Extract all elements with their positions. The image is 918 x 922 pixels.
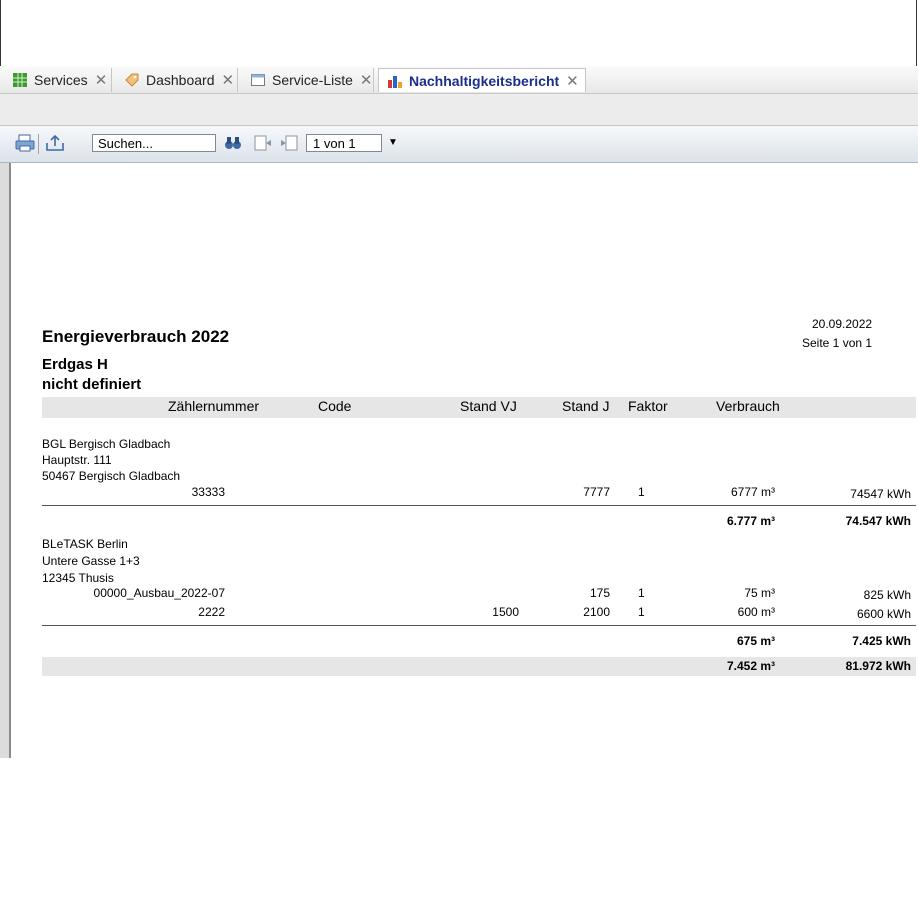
divider [42,625,916,626]
tab-dashboard[interactable]: Dashboard ✕ [116,68,238,92]
column-header: Faktor [628,398,668,414]
location-city: 12345 Thusis [42,571,114,585]
column-header: Stand J [562,398,610,414]
location-street: Hauptstr. 111 [42,453,112,467]
subtotal-kwh: 74.547 kWh [845,514,911,528]
verbrauch-kwh: 6600 kWh [856,607,911,621]
report-title: Energieverbrauch 2022 [42,327,230,346]
close-icon[interactable]: ✕ [222,71,235,89]
tab-label: Service-Liste [272,72,353,88]
window-top-area [0,0,918,66]
tab-label: Nachhaltigkeitsbericht [409,72,560,89]
faktor: 1 [638,586,645,600]
verbrauch-m3: 75 m³ [744,586,775,600]
page-previous-icon[interactable] [278,133,300,153]
location-street: Untere Gasse 1+3 [42,554,140,568]
viewer-scrollbar[interactable] [0,163,11,758]
close-icon[interactable]: ✕ [95,71,108,89]
tab-service-liste[interactable]: Service-Liste ✕ [242,68,374,92]
location-name: BLeTASK Berlin [42,537,128,551]
report-toolbar: Suchen... 1 von 1 ▼ [0,126,918,163]
close-icon[interactable]: ✕ [566,72,579,90]
faktor: 1 [638,485,645,499]
subtotal-m3: 6.777 m³ [726,514,775,528]
binoculars-icon[interactable] [222,133,244,153]
chevron-down-icon[interactable]: ▼ [388,137,398,148]
stand-j: 2100 [583,605,610,619]
grand-total-row [42,657,916,676]
report-page-info: Seite 1 von 1 [802,336,873,350]
total-m3: 7.452 m³ [726,659,775,673]
page-selector[interactable]: 1 von 1 [306,134,382,152]
location-city: 50467 Bergisch Gladbach [42,469,181,483]
meter-number: 33333 [191,485,225,499]
subtotal-kwh: 7.425 kWh [852,634,911,648]
tab-label: Services [34,72,88,88]
frame-border-right [916,0,917,66]
stand-vj: 1500 [492,605,519,619]
divider [42,505,916,506]
tab-nachhaltigkeitsbericht[interactable]: Nachhaltigkeitsbericht ✕ [378,68,586,92]
close-icon[interactable]: ✕ [360,71,373,89]
stand-j: 7777 [583,485,610,499]
stand-j: 175 [589,586,610,600]
print-icon[interactable] [14,133,36,153]
column-header: Verbrauch [716,398,780,414]
verbrauch-m3: 6777 m³ [730,485,775,499]
fuel-type: Erdgas H [42,356,108,373]
frame-border-left [0,0,1,66]
subtotal-m3: 675 m³ [736,634,775,648]
bar-chart-icon [387,73,403,89]
meter-number: 00000_Ausbau_2022-07 [93,586,225,600]
category-label: nicht definiert [42,376,142,393]
tab-label: Dashboard [146,72,215,88]
meter-number: 2222 [198,605,225,619]
verbrauch-kwh: 74547 kWh [850,487,911,501]
total-kwh: 81.972 kWh [845,659,911,673]
window-icon [250,72,266,88]
faktor: 1 [638,605,645,619]
secondary-toolbar [0,94,918,126]
page-next-icon[interactable] [252,133,274,153]
verbrauch-kwh: 825 kWh [863,588,911,602]
column-header: Stand VJ [460,398,517,414]
grid-icon [12,72,28,88]
tab-bar: Services ✕ Dashboard ✕ Service-Liste ✕ N… [0,66,918,94]
column-header: Zählernummer [168,398,260,414]
search-input[interactable]: Suchen... [92,134,216,152]
toolbar-separator [38,134,39,154]
location-name: BGL Bergisch Gladbach [42,437,171,451]
report-date: 20.09.2022 [812,317,873,331]
export-icon[interactable] [44,133,66,153]
tab-services[interactable]: Services ✕ [4,68,112,92]
column-header: Code [318,398,352,414]
tag-icon [124,72,140,88]
verbrauch-m3: 600 m³ [737,605,775,619]
